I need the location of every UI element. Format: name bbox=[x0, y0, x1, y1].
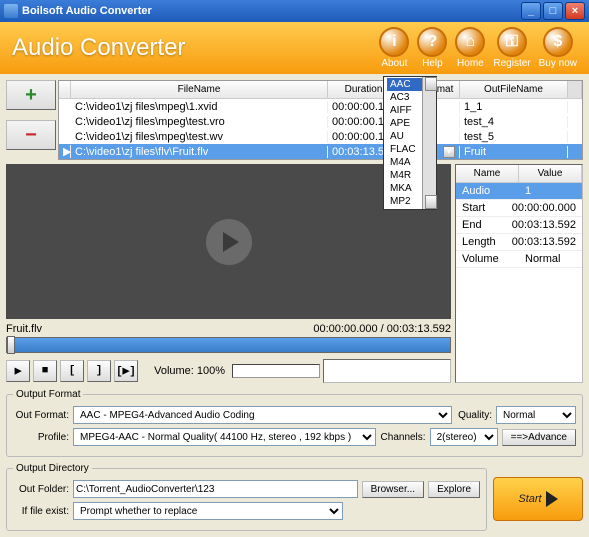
about-button[interactable]: iAbout bbox=[379, 27, 409, 69]
register-button[interactable]: ⚿Register bbox=[493, 27, 530, 69]
quality-label: Quality: bbox=[456, 410, 492, 421]
about-icon: i bbox=[379, 27, 409, 57]
remove-file-button[interactable]: − bbox=[6, 120, 56, 150]
table-scrollbar[interactable] bbox=[568, 81, 582, 98]
preview-side-panel bbox=[323, 359, 451, 383]
app-icon bbox=[4, 4, 18, 18]
volume-label: Volume: bbox=[154, 365, 194, 377]
outformat-select[interactable]: AAC - MPEG4-Advanced Audio Coding bbox=[73, 406, 452, 424]
minimize-button[interactable]: _ bbox=[521, 2, 541, 20]
format-dropdown-trigger[interactable]: ▾ bbox=[443, 146, 455, 158]
home-button[interactable]: ⌂Home bbox=[455, 27, 485, 69]
play-range-button[interactable]: [▶] bbox=[114, 360, 138, 382]
volume-value: 100% bbox=[197, 365, 225, 377]
close-button[interactable]: × bbox=[565, 2, 585, 20]
col-filename[interactable]: FileName bbox=[71, 81, 328, 98]
outfolder-input[interactable] bbox=[73, 480, 358, 498]
maximize-button[interactable]: □ bbox=[543, 2, 563, 20]
start-button[interactable]: Start bbox=[493, 477, 583, 521]
buynow-icon: $ bbox=[543, 27, 573, 57]
current-filename: Fruit.flv bbox=[6, 323, 313, 335]
mark-in-button[interactable]: [ bbox=[60, 360, 84, 382]
property-row[interactable]: Start00:00:00.000 bbox=[456, 200, 582, 217]
quality-select[interactable]: Normal bbox=[496, 406, 576, 424]
property-row[interactable]: Audio1 bbox=[456, 183, 582, 200]
file-row[interactable]: C:\video1\zj files\mpeg\test.wv00:00:00.… bbox=[59, 129, 582, 144]
file-table: FileName Duration OutFormat OutFileName … bbox=[58, 80, 583, 160]
help-icon: ? bbox=[417, 27, 447, 57]
property-row[interactable]: End00:03:13.592 bbox=[456, 217, 582, 234]
prop-col-value[interactable]: Value bbox=[519, 165, 582, 182]
col-outfilename[interactable]: OutFileName bbox=[460, 81, 568, 98]
volume-slider[interactable] bbox=[232, 364, 320, 378]
property-row[interactable]: VolumeNormal bbox=[456, 251, 582, 268]
seek-slider[interactable] bbox=[6, 337, 451, 353]
play-overlay-icon[interactable] bbox=[206, 219, 252, 265]
window-titlebar: Boilsoft Audio Converter _ □ × bbox=[0, 0, 589, 22]
add-file-button[interactable]: + bbox=[6, 80, 56, 110]
mark-out-button[interactable]: ] bbox=[87, 360, 111, 382]
buynow-button[interactable]: $Buy now bbox=[539, 27, 577, 69]
file-row[interactable]: C:\video1\zj files\mpeg\1.xvid00:00:00.1… bbox=[59, 99, 582, 114]
property-row[interactable]: Length00:03:13.592 bbox=[456, 234, 582, 251]
app-header: Audio Converter iAbout ?Help ⌂Home ⚿Registe… bbox=[0, 22, 589, 74]
browser-button[interactable]: Browser... bbox=[362, 481, 424, 498]
format-dropdown-list[interactable]: AACAC3AIFFAPEAUFLACM4AM4RMKAMP2 bbox=[383, 76, 437, 210]
channels-select[interactable]: 2(stereo) bbox=[430, 428, 498, 446]
properties-panel: Name Value Audio1Start00:00:00.000End00:… bbox=[455, 164, 583, 383]
home-icon: ⌂ bbox=[455, 27, 485, 57]
file-row[interactable]: C:\video1\zj files\mpeg\test.vro00:00:00… bbox=[59, 114, 582, 129]
stop-button[interactable]: ■ bbox=[33, 360, 57, 382]
register-icon: ⚿ bbox=[497, 27, 527, 57]
ifexist-select[interactable]: Prompt whether to replace bbox=[73, 502, 343, 520]
advance-button[interactable]: ==>Advance bbox=[502, 429, 576, 446]
file-table-header: FileName Duration OutFormat OutFileName bbox=[59, 81, 582, 99]
outfolder-label: Out Folder: bbox=[13, 484, 69, 495]
prop-col-name[interactable]: Name bbox=[456, 165, 519, 182]
profile-select[interactable]: MPEG4-AAC - Normal Quality( 44100 Hz, st… bbox=[73, 428, 376, 446]
channels-label: Channels: bbox=[380, 432, 426, 443]
seek-thumb[interactable] bbox=[7, 336, 15, 354]
file-row[interactable]: ▶C:\video1\zj files\flv\Fruit.flv00:03:1… bbox=[59, 144, 582, 159]
app-title: Audio Converter bbox=[12, 34, 371, 62]
ifexist-label: If file exist: bbox=[13, 506, 69, 517]
timecode: 00:00:00.000 / 00:03:13.592 bbox=[313, 323, 451, 335]
output-format-group: Output Format Out Format: AAC - MPEG4-Ad… bbox=[6, 389, 583, 457]
profile-label: Profile: bbox=[13, 432, 69, 443]
help-button[interactable]: ?Help bbox=[417, 27, 447, 69]
output-directory-group: Output Directory Out Folder: Browser... … bbox=[6, 463, 487, 531]
outformat-label: Out Format: bbox=[13, 410, 69, 421]
window-title: Boilsoft Audio Converter bbox=[22, 5, 521, 17]
dropdown-scrollbar[interactable] bbox=[422, 77, 436, 209]
explore-button[interactable]: Explore bbox=[428, 481, 480, 498]
play-button[interactable]: ▶ bbox=[6, 360, 30, 382]
